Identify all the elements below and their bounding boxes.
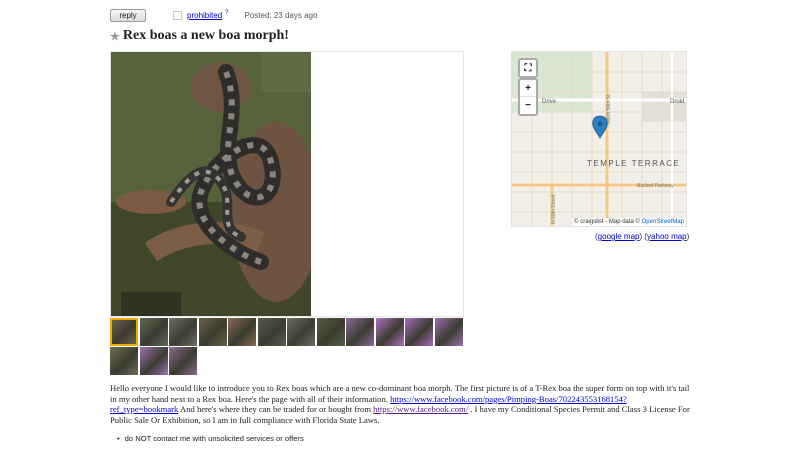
prohibited-checkbox[interactable] bbox=[173, 10, 182, 20]
thumbnail-9[interactable] bbox=[346, 318, 374, 346]
map-attribution-text: © craigslist - Map data © bbox=[574, 219, 642, 225]
posted-date: Posted: 23 days ago bbox=[244, 10, 318, 20]
notice-item: do NOT contact me with unsolicited servi… bbox=[117, 434, 304, 443]
zoom-in-button[interactable]: + bbox=[520, 80, 536, 97]
thumbnail-11[interactable] bbox=[405, 318, 433, 346]
google-map-link[interactable]: google map bbox=[598, 232, 640, 241]
thumbnail-7[interactable] bbox=[287, 318, 315, 346]
thumbnail-12[interactable] bbox=[434, 318, 463, 346]
thumbnail-8[interactable] bbox=[316, 318, 345, 346]
map-street-label-2: Druid bbox=[670, 99, 684, 105]
post-title: ★ Rex boas a new boa morph! bbox=[110, 28, 289, 44]
thumbnail-15[interactable] bbox=[169, 347, 197, 375]
reply-button[interactable]: reply bbox=[110, 8, 146, 22]
map-tiles: Drive Druid TEMPLE TERRACE Burlard Parkw… bbox=[512, 52, 686, 226]
map-zoom-control: + − bbox=[518, 78, 538, 116]
help-icon[interactable]: ? bbox=[225, 10, 228, 16]
post-body: Hello everyone I would like to introduce… bbox=[110, 383, 690, 425]
map-street-label-3: Burlard Parkway bbox=[637, 183, 674, 189]
osm-link[interactable]: OpenStreetMap bbox=[642, 219, 684, 225]
map-attribution: © craigslist - Map data © OpenStreetMap bbox=[572, 218, 686, 226]
map-links: (google map) (yahoo map) bbox=[595, 232, 690, 241]
post-toolbar: reply prohibited ? Posted: 23 days ago bbox=[110, 7, 317, 23]
facebook-link[interactable]: https://www.facebook.com/ bbox=[373, 404, 468, 414]
thumbnail-3[interactable] bbox=[169, 318, 197, 346]
fullscreen-icon[interactable]: ⛶ bbox=[520, 60, 536, 76]
notices-list: do NOT contact me with unsolicited servi… bbox=[117, 434, 304, 443]
image-gallery bbox=[110, 51, 464, 317]
yahoo-map-link[interactable]: yahoo map bbox=[647, 232, 687, 241]
thumbnail-13[interactable] bbox=[110, 347, 138, 375]
thumbnail-1[interactable] bbox=[110, 318, 138, 346]
favorite-star-icon[interactable]: ★ bbox=[110, 30, 120, 43]
map-street-label-4: N 50th Street bbox=[551, 194, 557, 224]
map-fullscreen-control: ⛶ bbox=[518, 58, 538, 78]
body-text-2: And here's where they can be traded for … bbox=[178, 404, 374, 415]
zoom-out-button[interactable]: − bbox=[520, 97, 536, 113]
map-street-label-1: Drive bbox=[542, 99, 557, 105]
thumbnail-2[interactable] bbox=[139, 318, 168, 346]
post-title-text: Rex boas a new boa morph! bbox=[122, 28, 289, 43]
main-photo[interactable] bbox=[111, 52, 311, 316]
thumbnail-14[interactable] bbox=[139, 347, 168, 375]
thumbnail-4[interactable] bbox=[198, 318, 227, 346]
thumbnail-10[interactable] bbox=[375, 318, 404, 346]
prohibited-link[interactable]: prohibited bbox=[187, 11, 222, 20]
thumbnail-6[interactable] bbox=[257, 318, 286, 346]
snake-photo-illustration bbox=[111, 52, 311, 316]
location-map[interactable]: Drive Druid TEMPLE TERRACE Burlard Parkw… bbox=[511, 51, 687, 227]
thumbnail-5[interactable] bbox=[228, 318, 256, 346]
map-city-label: TEMPLE TERRACE bbox=[587, 159, 680, 168]
